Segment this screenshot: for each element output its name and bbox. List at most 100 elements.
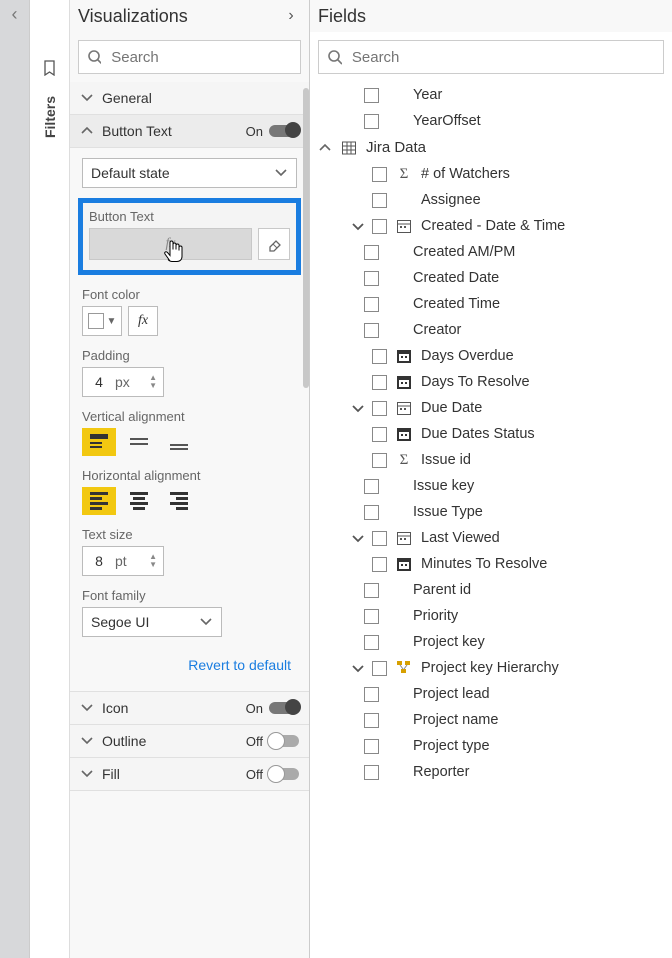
fields-search-input[interactable] — [350, 48, 655, 67]
chevron-left-icon[interactable]: ‹ — [5, 4, 25, 25]
filters-collapsed-rail[interactable]: Filters — [30, 0, 70, 958]
field-checkbox[interactable] — [372, 531, 387, 546]
field-checkbox[interactable] — [372, 167, 387, 182]
field-row[interactable]: Issue key — [310, 473, 672, 499]
field-row[interactable]: Last Viewed — [310, 525, 672, 551]
field-checkbox[interactable] — [372, 557, 387, 572]
field-row[interactable]: Days To Resolve — [310, 369, 672, 395]
text-size-spinner[interactable]: ▲▼ — [149, 553, 157, 569]
padding-input[interactable]: 4 px ▲▼ — [82, 367, 164, 397]
collapse-viz-icon[interactable]: › — [281, 7, 301, 25]
field-checkbox[interactable] — [364, 245, 379, 260]
field-row[interactable]: Due Date — [310, 395, 672, 421]
state-select-value: Default state — [91, 165, 170, 181]
padding-spinner[interactable]: ▲▼ — [149, 374, 157, 390]
button-text-fx-input[interactable]: fx — [89, 228, 252, 260]
field-checkbox[interactable] — [364, 297, 379, 312]
valign-bottom-button[interactable] — [162, 428, 196, 456]
halign-label: Horizontal alignment — [82, 468, 297, 483]
font-family-select[interactable]: Segoe UI — [82, 607, 222, 637]
field-checkbox[interactable] — [364, 713, 379, 728]
text-size-input[interactable]: 8 pt ▲▼ — [82, 546, 164, 576]
fields-title: Fields — [318, 6, 366, 27]
font-color-picker[interactable]: ▼ — [82, 306, 122, 336]
icon-toggle[interactable] — [269, 702, 299, 714]
outline-toggle[interactable] — [269, 735, 299, 747]
scrollbar[interactable] — [303, 88, 309, 388]
general-section-header[interactable]: General — [70, 82, 309, 115]
halign-right-button[interactable] — [162, 487, 196, 515]
field-checkbox[interactable] — [364, 609, 379, 624]
outline-section-header[interactable]: Outline Off — [70, 725, 309, 758]
field-row[interactable]: Created Time — [310, 291, 672, 317]
field-checkbox[interactable] — [364, 687, 379, 702]
field-row[interactable]: Reporter — [310, 759, 672, 785]
field-checkbox[interactable] — [364, 635, 379, 650]
field-label: Parent id — [413, 582, 471, 598]
fields-search-box[interactable] — [318, 40, 664, 74]
fill-toggle[interactable] — [269, 768, 299, 780]
viz-search-input[interactable] — [109, 48, 292, 67]
field-row[interactable]: Created Date — [310, 265, 672, 291]
chevron-up-icon[interactable] — [318, 141, 332, 155]
field-row[interactable]: Priority — [310, 603, 672, 629]
caret-down-icon[interactable] — [350, 661, 364, 675]
field-row[interactable]: Project key — [310, 629, 672, 655]
button-text-toggle[interactable] — [269, 125, 299, 137]
valign-top-button[interactable] — [82, 428, 116, 456]
caret-down-icon[interactable] — [350, 219, 364, 233]
halign-center-button[interactable] — [122, 487, 156, 515]
table-group-header[interactable]: Jira Data — [310, 134, 672, 161]
font-color-label: Font color — [82, 287, 297, 302]
field-checkbox[interactable] — [364, 505, 379, 520]
field-row[interactable]: Σ # of Watchers — [310, 161, 672, 187]
viz-search-box[interactable] — [78, 40, 301, 74]
caret-down-icon[interactable] — [350, 531, 364, 545]
field-checkbox[interactable] — [372, 661, 387, 676]
caret-down-icon[interactable] — [350, 401, 364, 415]
field-row[interactable]: Parent id — [310, 577, 672, 603]
field-row[interactable]: Created AM/PM — [310, 239, 672, 265]
icon-section-header[interactable]: Icon On — [70, 692, 309, 725]
fill-section-header[interactable]: Fill Off — [70, 758, 309, 791]
field-row[interactable]: YearOffset — [310, 108, 672, 134]
field-row[interactable]: Assignee — [310, 187, 672, 213]
field-label: Issue Type — [413, 504, 483, 520]
revert-to-default[interactable]: Revert to default — [82, 649, 297, 681]
field-row[interactable]: Σ Issue id — [310, 447, 672, 473]
field-checkbox[interactable] — [364, 323, 379, 338]
field-checkbox[interactable] — [364, 739, 379, 754]
field-checkbox[interactable] — [364, 479, 379, 494]
field-checkbox[interactable] — [372, 375, 387, 390]
button-text-section-header[interactable]: Button Text On — [70, 115, 309, 148]
field-checkbox[interactable] — [372, 453, 387, 468]
bookmark-icon — [42, 60, 58, 76]
field-row[interactable]: Project key Hierarchy — [310, 655, 672, 681]
field-checkbox[interactable] — [364, 583, 379, 598]
clear-button-text[interactable] — [258, 228, 290, 260]
field-row[interactable]: Project lead — [310, 681, 672, 707]
field-row[interactable]: Project type — [310, 733, 672, 759]
field-checkbox[interactable] — [372, 401, 387, 416]
field-row[interactable]: Due Dates Status — [310, 421, 672, 447]
field-checkbox[interactable] — [372, 193, 387, 208]
field-row[interactable]: Project name — [310, 707, 672, 733]
font-color-fx-button[interactable]: fx — [128, 306, 158, 336]
field-checkbox[interactable] — [364, 765, 379, 780]
field-row[interactable]: Days Overdue — [310, 343, 672, 369]
field-checkbox[interactable] — [372, 427, 387, 442]
field-row[interactable]: Creator — [310, 317, 672, 343]
halign-left-button[interactable] — [82, 487, 116, 515]
field-checkbox[interactable] — [372, 219, 387, 234]
text-size-label: Text size — [82, 527, 297, 542]
field-row[interactable]: Created - Date & Time — [310, 213, 672, 239]
field-checkbox[interactable] — [372, 349, 387, 364]
field-row[interactable]: Year — [310, 82, 672, 108]
state-select[interactable]: Default state — [82, 158, 297, 188]
field-checkbox[interactable] — [364, 88, 379, 103]
field-row[interactable]: Minutes To Resolve — [310, 551, 672, 577]
valign-middle-button[interactable] — [122, 428, 156, 456]
field-row[interactable]: Issue Type — [310, 499, 672, 525]
field-checkbox[interactable] — [364, 271, 379, 286]
field-checkbox[interactable] — [364, 114, 379, 129]
